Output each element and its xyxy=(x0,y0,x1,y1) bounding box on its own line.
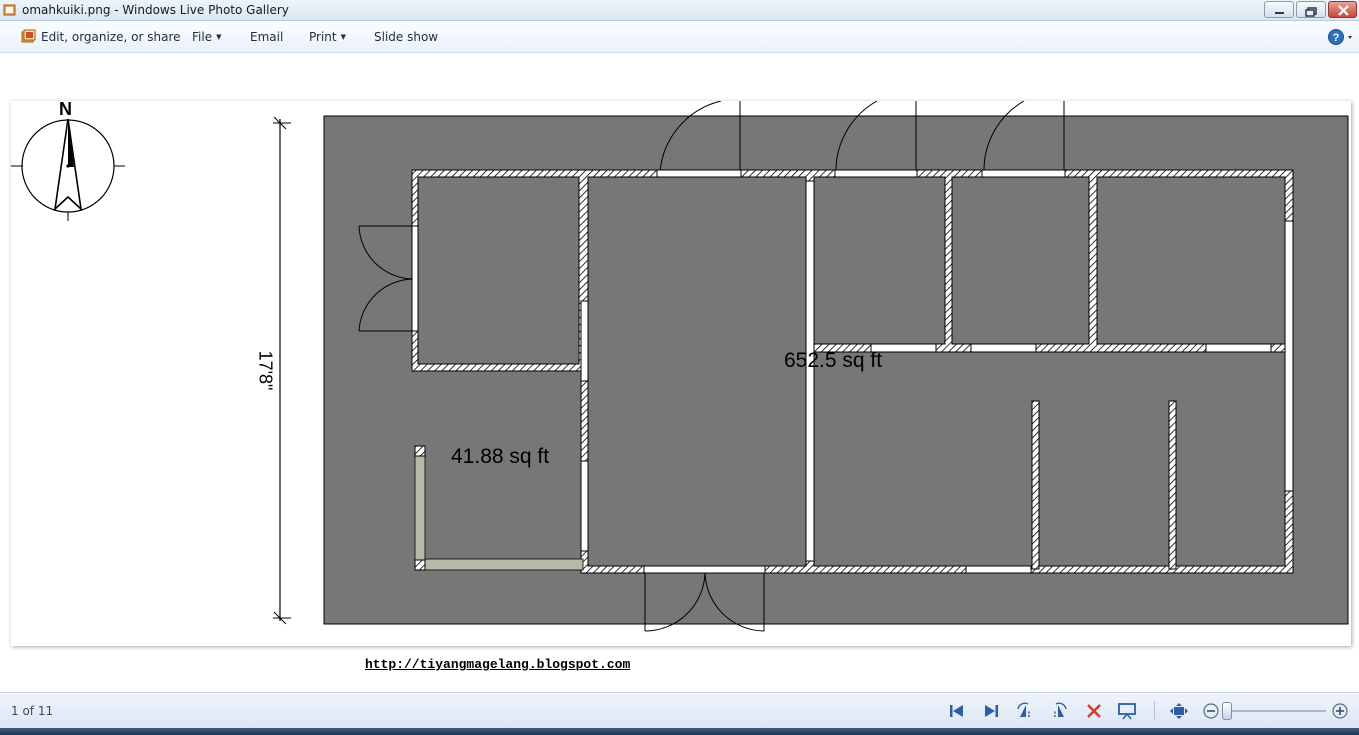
zoom-in-icon[interactable] xyxy=(1329,701,1351,721)
compass-north-label: N xyxy=(59,99,72,119)
organize-icon xyxy=(21,29,36,43)
compass xyxy=(11,118,125,221)
zoom-out-icon[interactable] xyxy=(1200,701,1222,721)
slideshow-menu[interactable]: Slide show xyxy=(374,30,438,44)
email-menu[interactable]: Email xyxy=(250,30,283,44)
chevron-down-icon: ▼ xyxy=(216,33,222,41)
area-label-small: 41.88 sq ft xyxy=(451,445,550,468)
restore-icon xyxy=(1305,7,1317,17)
menu-bar: Edit, organize, or share File ▼ Email Pri… xyxy=(0,22,1359,53)
minimize-button[interactable] xyxy=(1264,1,1294,18)
window-title: omahkuiki.png - Windows Live Photo Galle… xyxy=(22,3,289,17)
close-button[interactable] xyxy=(1328,1,1357,18)
print-menu[interactable]: Print ▼ xyxy=(309,30,346,44)
app-icon xyxy=(3,4,16,16)
floor-plan-image: N 17'8" 652.5 sq ft 41.88 sq ft xyxy=(11,99,1351,646)
delete-icon[interactable] xyxy=(1083,701,1105,721)
status-bar: 1 of 11 xyxy=(0,692,1359,728)
area-label-main: 652.5 sq ft xyxy=(784,349,883,372)
photo-viewer: N 17'8" 652.5 sq ft 41.88 sq ft http://t… xyxy=(0,53,1359,692)
title-bar: omahkuiki.png - Windows Live Photo Galle… xyxy=(0,0,1359,21)
chevron-down-icon: ▼ xyxy=(340,33,346,41)
previous-icon[interactable] xyxy=(946,701,968,721)
zoom-slider-thumb[interactable] xyxy=(1222,702,1232,720)
floor-plan-drawing xyxy=(11,101,1349,632)
minimize-icon xyxy=(1275,12,1284,14)
svg-text:?: ? xyxy=(1333,32,1340,44)
help-icon[interactable]: ? xyxy=(1327,28,1355,46)
close-icon xyxy=(1338,5,1349,16)
file-menu[interactable]: File ▼ xyxy=(192,30,221,44)
taskbar xyxy=(0,728,1359,735)
dimension-label: 17'8" xyxy=(255,350,276,391)
rotate-left-icon[interactable] xyxy=(1014,701,1036,721)
blog-link[interactable]: http://tiyangmagelang.blogspot.com xyxy=(365,657,630,672)
dimension-line xyxy=(273,116,291,625)
separator xyxy=(1154,701,1155,721)
rotate-right-icon[interactable] xyxy=(1048,701,1070,721)
print-menu-label: Print xyxy=(309,30,337,44)
slideshow-icon[interactable] xyxy=(1116,701,1138,721)
next-icon[interactable] xyxy=(980,701,1002,721)
file-menu-label: File xyxy=(192,30,213,44)
actual-size-icon[interactable] xyxy=(1168,701,1190,721)
restore-button[interactable] xyxy=(1296,1,1326,18)
page-counter: 1 of 11 xyxy=(11,704,54,718)
zoom-slider-track[interactable] xyxy=(1228,710,1326,712)
organize-menu[interactable]: Edit, organize, or share xyxy=(41,30,181,44)
